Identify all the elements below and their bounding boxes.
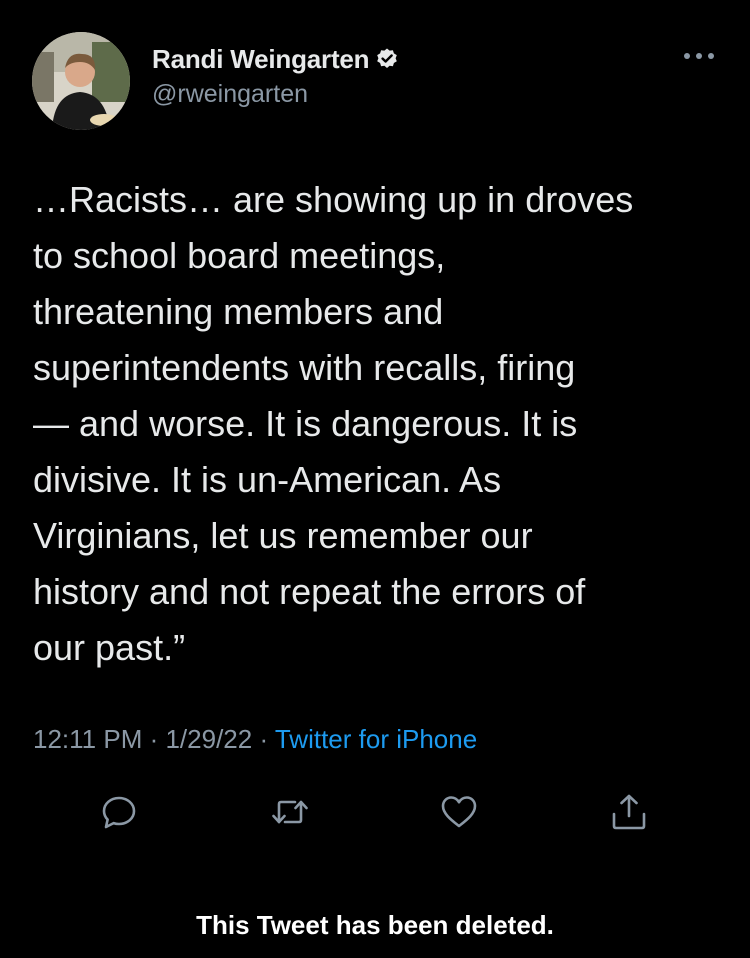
- more-options-icon[interactable]: [682, 48, 716, 64]
- tweet-time[interactable]: 12:11 PM: [33, 724, 142, 754]
- author-handle[interactable]: @rweingarten: [152, 80, 308, 109]
- like-icon[interactable]: [437, 790, 481, 834]
- reply-icon[interactable]: [97, 790, 141, 834]
- tweet-text: …Racists… are showing up in droves to sc…: [33, 179, 634, 668]
- tweet-meta: 12:11 PM · 1/29/22 · Twitter for iPhone: [33, 724, 477, 755]
- author-name-row[interactable]: Randi Weingarten: [152, 42, 399, 76]
- verified-badge-icon: [375, 47, 399, 71]
- meta-separator: ·: [142, 724, 166, 754]
- tweet-date[interactable]: 1/29/22: [165, 724, 252, 754]
- avatar[interactable]: [32, 32, 130, 130]
- tweet-source-link[interactable]: Twitter for iPhone: [275, 724, 477, 754]
- tweet-actions: [0, 790, 750, 834]
- share-icon[interactable]: [607, 790, 651, 834]
- deleted-notice: This Tweet has been deleted.: [196, 910, 554, 940]
- retweet-icon[interactable]: [268, 790, 312, 834]
- avatar-photo: [32, 32, 130, 130]
- meta-separator: ·: [252, 724, 275, 754]
- display-name[interactable]: Randi Weingarten: [152, 44, 370, 75]
